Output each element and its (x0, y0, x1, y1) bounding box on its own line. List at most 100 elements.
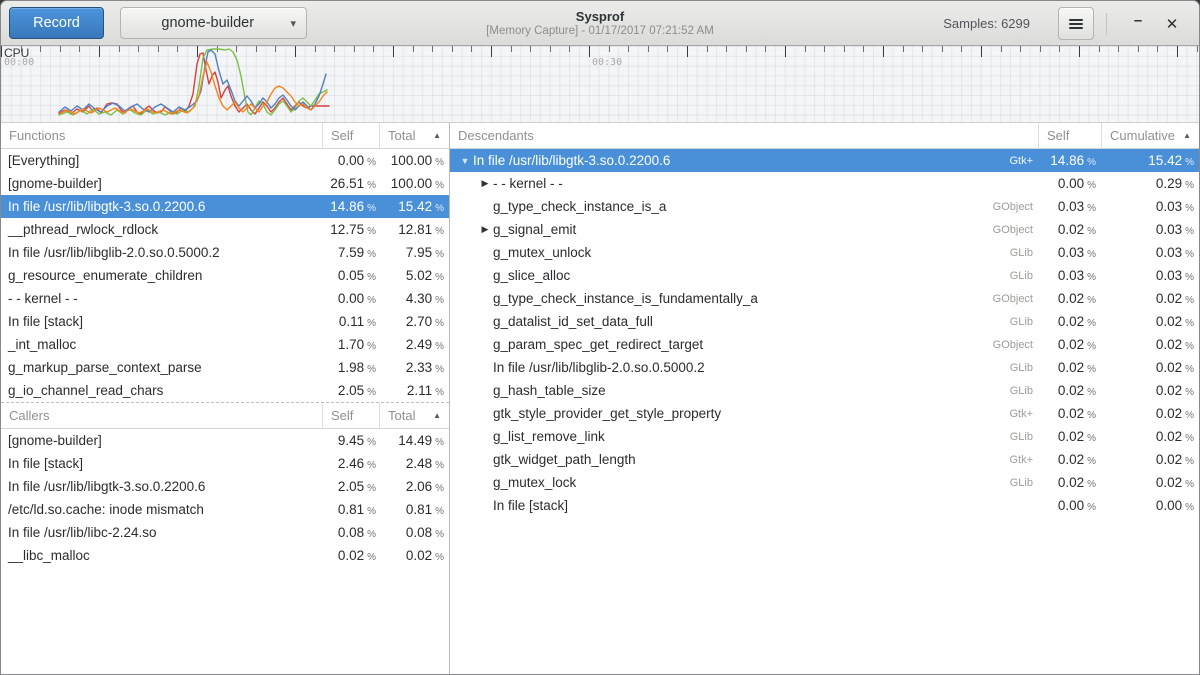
descendant-name: In file /usr/lib/libgtk-3.so.0.2200.6 (473, 153, 670, 168)
function-name: [gnome-builder] (1, 176, 323, 191)
function-name: g_markup_parse_context_parse (1, 360, 323, 375)
expander-open-icon[interactable]: ▼ (457, 156, 473, 166)
callers-self-column-header[interactable]: Self (323, 403, 380, 428)
descendants-table-row[interactable]: g_list_remove_linkGLib0.02%0.02% (450, 425, 1199, 448)
descendants-table-row[interactable]: g_datalist_id_set_data_fullGLib0.02%0.02… (450, 310, 1199, 333)
descendant-name-cell: g_param_spec_get_redirect_targetGObject (450, 337, 1039, 352)
callers-total-column-header[interactable]: Total ▲ (380, 403, 449, 428)
functions-table-row[interactable]: __pthread_rwlock_rdlock12.75%12.81% (1, 218, 449, 241)
percent-value: 2.48% (380, 456, 449, 471)
library-tag: GLib (1010, 270, 1039, 282)
percent-value: 12.81% (380, 222, 449, 237)
descendant-name-cell: ▼In file /usr/lib/libgtk-3.so.0.2200.6Gt… (450, 153, 1039, 168)
close-button[interactable]: ✕ (1155, 7, 1189, 41)
descendant-name-cell: g_type_check_instance_is_aGObject (450, 199, 1039, 214)
function-name: _int_malloc (1, 337, 323, 352)
percent-value: 0.02% (1039, 429, 1102, 444)
library-tag: GObject (993, 339, 1039, 351)
descendant-name-cell: g_hash_table_sizeGLib (450, 383, 1039, 398)
descendants-table-row[interactable]: ▶g_signal_emitGObject0.02%0.03% (450, 218, 1199, 241)
percent-value: 2.46% (323, 456, 380, 471)
percent-value: 0.02% (1102, 314, 1199, 329)
menu-button[interactable] (1058, 7, 1094, 40)
hamburger-icon (1069, 19, 1083, 29)
time-axis-label: 00:30 (592, 57, 622, 68)
callers-column-header[interactable]: Callers (1, 403, 323, 428)
percent-value: 0.08% (323, 525, 380, 540)
callers-table-row[interactable]: [gnome-builder]9.45%14.49% (1, 429, 449, 452)
descendants-table-row[interactable]: ▼In file /usr/lib/libgtk-3.so.0.2200.6Gt… (450, 149, 1199, 172)
descendants-table-row[interactable]: g_type_check_instance_is_aGObject0.03%0.… (450, 195, 1199, 218)
percent-value: 0.08% (380, 525, 449, 540)
sysprof-window: Record gnome-builder ▾ Sysprof [Memory C… (0, 0, 1200, 675)
descendants-table-row[interactable]: g_mutex_unlockGLib0.03%0.03% (450, 241, 1199, 264)
functions-pane: Functions Self Total ▲ [Everything]0.00%… (1, 123, 450, 675)
percent-value: 0.00% (323, 291, 380, 306)
descendants-table-row[interactable]: g_mutex_lockGLib0.02%0.02% (450, 471, 1199, 494)
functions-table-row[interactable]: g_io_channel_read_chars2.05%2.11% (1, 379, 449, 402)
function-name: g_resource_enumerate_children (1, 268, 323, 283)
descendants-table-row[interactable]: g_param_spec_get_redirect_targetGObject 0… (450, 333, 1199, 356)
function-name: In file /usr/lib/libc-2.24.so (1, 525, 323, 540)
percent-value: 0.02% (1102, 383, 1199, 398)
functions-table-row[interactable]: g_resource_enumerate_children0.05%5.02% (1, 264, 449, 287)
percent-value: 0.29% (1102, 176, 1199, 191)
descendants-table-row[interactable]: g_slice_allocGLib0.03%0.03% (450, 264, 1199, 287)
expander-closed-icon[interactable]: ▶ (477, 224, 493, 235)
descendant-name-cell: ▶g_signal_emitGObject (450, 222, 1039, 237)
percent-value: 5.02% (380, 268, 449, 283)
samples-count: Samples: 6299 (943, 16, 1030, 31)
descendants-column-header[interactable]: Descendants (450, 123, 1039, 148)
callers-table-row[interactable]: In file /usr/lib/libc-2.24.so0.08%0.08% (1, 521, 449, 544)
library-tag: GLib (1010, 362, 1039, 374)
functions-table-row[interactable]: In file /usr/lib/libgtk-3.so.0.2200.614.… (1, 195, 449, 218)
descendants-table-row[interactable]: g_hash_table_sizeGLib0.02%0.02% (450, 379, 1199, 402)
functions-table-row[interactable]: _int_malloc1.70%2.49% (1, 333, 449, 356)
functions-total-column-header[interactable]: Total ▲ (380, 123, 449, 148)
descendants-table-row[interactable]: In file [stack]0.00%0.00% (450, 494, 1199, 517)
function-name: In file /usr/lib/libgtk-3.so.0.2200.6 (1, 199, 323, 214)
callers-table-row[interactable]: In file [stack]2.46%2.48% (1, 452, 449, 475)
sort-ascending-icon: ▲ (1179, 131, 1191, 140)
cpu-usage-graph[interactable]: CPU 00:0000:30 (1, 46, 1199, 123)
functions-column-header[interactable]: Functions (1, 123, 323, 148)
time-axis-label: 00:00 (4, 57, 34, 68)
descendant-name-cell: g_datalist_id_set_data_fullGLib (450, 314, 1039, 329)
descendants-table-row[interactable]: gtk_style_provider_get_style_propertyGtk… (450, 402, 1199, 425)
descendants-self-column-header[interactable]: Self (1039, 123, 1102, 148)
percent-value: 2.05% (323, 479, 380, 494)
descendants-table-row[interactable]: ▶- - kernel - -0.00%0.29% (450, 172, 1199, 195)
percent-value: 0.02% (1102, 475, 1199, 490)
functions-table-row[interactable]: g_markup_parse_context_parse1.98%2.33% (1, 356, 449, 379)
descendants-table-row[interactable]: In file /usr/lib/libglib-2.0.so.0.5000.2… (450, 356, 1199, 379)
library-tag: GLib (1010, 316, 1039, 328)
expander-closed-icon[interactable]: ▶ (477, 178, 493, 189)
percent-value: 2.33% (380, 360, 449, 375)
functions-table-row[interactable]: [Everything]0.00%100.00% (1, 149, 449, 172)
cumulative-header-label: Cumulative (1110, 128, 1175, 143)
functions-table-row[interactable]: - - kernel - -0.00%4.30% (1, 287, 449, 310)
target-process-dropdown[interactable]: gnome-builder ▾ (120, 7, 307, 39)
descendant-name: g_type_check_instance_is_a (493, 199, 666, 214)
descendant-name-cell: ▶- - kernel - - (450, 176, 1039, 191)
functions-table-row[interactable]: In file /usr/lib/libglib-2.0.so.0.5000.2… (1, 241, 449, 264)
library-tag: GLib (1010, 431, 1039, 443)
descendants-cumulative-column-header[interactable]: Cumulative ▲ (1102, 123, 1199, 148)
descendant-name: g_list_remove_link (493, 429, 605, 444)
total-header-label: Total (388, 408, 415, 423)
descendants-table-row[interactable]: g_type_check_instance_is_fundamentally_a… (450, 287, 1199, 310)
minimize-button[interactable]: – (1121, 7, 1155, 41)
descendants-table-row[interactable]: gtk_widget_path_lengthGtk+0.02%0.02% (450, 448, 1199, 471)
record-button[interactable]: Record (9, 7, 104, 39)
functions-table-row[interactable]: In file [stack]0.11%2.70% (1, 310, 449, 333)
callers-table-row[interactable]: In file /usr/lib/libgtk-3.so.0.2200.62.0… (1, 475, 449, 498)
percent-value: 4.30% (380, 291, 449, 306)
percent-value: 0.02% (380, 548, 449, 563)
functions-table-row[interactable]: [gnome-builder]26.51%100.00% (1, 172, 449, 195)
callers-table-row[interactable]: /etc/ld.so.cache: inode mismatch0.81%0.8… (1, 498, 449, 521)
library-tag: GObject (993, 293, 1039, 305)
percent-value: 0.02% (1102, 337, 1199, 352)
callers-table-row[interactable]: __libc_malloc0.02%0.02% (1, 544, 449, 567)
functions-self-column-header[interactable]: Self (323, 123, 380, 148)
percent-value: 9.45% (323, 433, 380, 448)
